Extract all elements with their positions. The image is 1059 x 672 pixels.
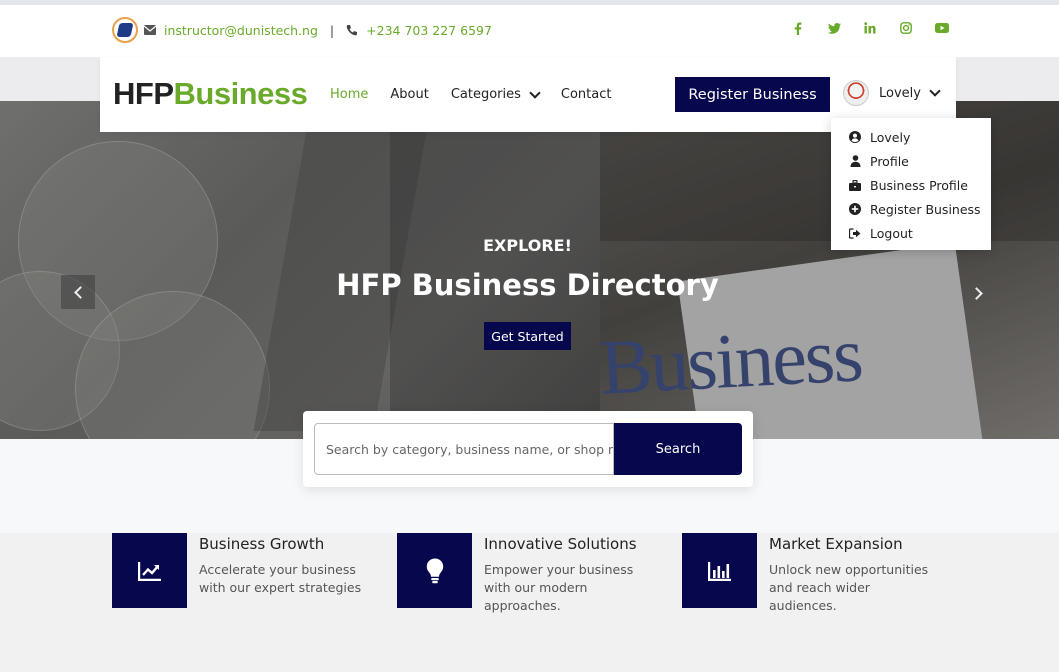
feature-title: Innovative Solutions — [484, 535, 637, 553]
search-card: Search — [303, 411, 753, 487]
bar-chart-icon — [682, 533, 757, 608]
dropdown-label-user: Lovely — [870, 129, 911, 145]
feature-market-expansion: Market Expansion Unlock new opportunitie… — [682, 533, 939, 615]
avatar — [843, 80, 869, 106]
trending-up-icon — [112, 533, 187, 608]
dropdown-label-register-business: Register Business — [870, 201, 981, 217]
twitter-icon[interactable] — [827, 21, 841, 35]
youtube-icon[interactable] — [935, 21, 949, 35]
top-info-bar: instructor@dunistech.ng | +234 703 227 6… — [0, 0, 1059, 57]
dropdown-item-user[interactable]: Lovely — [831, 125, 991, 149]
user-circle-icon — [849, 131, 861, 143]
nav-menu: Home About Categories Contact — [330, 86, 633, 102]
hero-title: HFP Business Directory — [336, 268, 719, 302]
social-links — [791, 21, 949, 35]
features-section: Business Growth Accelerate your business… — [0, 533, 1059, 672]
user-icon — [849, 155, 861, 167]
brand-logo[interactable]: HFPBusiness — [113, 76, 308, 112]
plus-circle-icon — [849, 203, 861, 215]
carousel-next-button[interactable] — [968, 283, 988, 303]
email-link[interactable]: instructor@dunistech.ng — [164, 23, 318, 38]
lightbulb-icon — [397, 533, 472, 608]
separator: | — [329, 22, 335, 38]
user-menu-toggle[interactable]: Lovely — [843, 80, 941, 106]
instagram-icon[interactable] — [899, 21, 913, 35]
facebook-icon[interactable] — [791, 21, 805, 35]
brand-part-2: Business — [173, 76, 308, 111]
register-business-button[interactable]: Register Business — [675, 77, 830, 112]
search-input[interactable] — [314, 423, 614, 475]
briefcase-icon — [849, 179, 861, 191]
feature-business-growth: Business Growth Accelerate your business… — [112, 533, 369, 608]
site-logo[interactable] — [112, 17, 138, 43]
search-button[interactable]: Search — [614, 423, 742, 475]
feature-innovative-solutions: Innovative Solutions Empower your busine… — [397, 533, 654, 615]
nav-categories-label: Categories — [450, 87, 521, 102]
user-dropdown-menu: Lovely Profile Business Profile Register… — [831, 118, 991, 250]
phone-icon — [346, 24, 358, 36]
nav-contact[interactable]: Contact — [561, 87, 612, 102]
brand-part-1: HFP — [113, 76, 174, 111]
logout-icon — [849, 227, 861, 239]
feature-desc: Empower your business with our modern ap… — [484, 562, 634, 613]
phone-link[interactable]: +234 703 227 6597 — [366, 23, 492, 38]
dropdown-item-logout[interactable]: Logout — [831, 221, 991, 245]
get-started-button[interactable]: Get Started — [484, 322, 571, 350]
contact-info: instructor@dunistech.ng | +234 703 227 6… — [112, 17, 492, 43]
dropdown-item-register-business[interactable]: Register Business — [831, 197, 991, 221]
dropdown-item-profile[interactable]: Profile — [831, 149, 991, 173]
feature-title: Business Growth — [199, 535, 325, 553]
dropdown-item-business-profile[interactable]: Business Profile — [831, 173, 991, 197]
dropdown-label-business-profile: Business Profile — [870, 177, 968, 193]
chevron-left-icon — [73, 285, 87, 299]
user-name: Lovely — [879, 85, 921, 101]
dropdown-label-logout: Logout — [870, 225, 913, 241]
chevron-down-icon — [529, 86, 541, 99]
envelope-icon — [144, 25, 156, 35]
nav-about[interactable]: About — [390, 87, 428, 102]
dropdown-label-profile: Profile — [870, 153, 909, 169]
feature-title: Market Expansion — [769, 535, 903, 553]
feature-desc: Accelerate your business with our expert… — [199, 562, 362, 595]
main-navbar: HFPBusiness Home About Categories Contac… — [100, 57, 956, 132]
chevron-down-icon — [929, 85, 941, 97]
linkedin-icon[interactable] — [863, 21, 877, 35]
carousel-prev-button[interactable] — [61, 275, 95, 309]
nav-categories[interactable]: Categories — [450, 86, 541, 102]
feature-desc: Unlock new opportunities and reach wider… — [769, 562, 929, 613]
nav-home[interactable]: Home — [330, 87, 368, 102]
chevron-right-icon — [969, 286, 983, 300]
